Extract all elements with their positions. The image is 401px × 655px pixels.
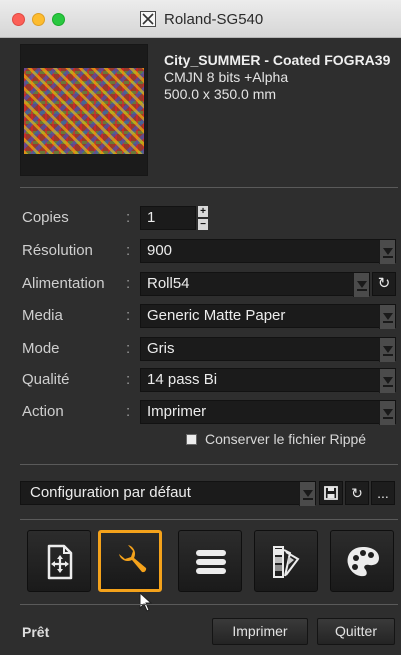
- media-label: Media: [22, 307, 63, 324]
- swatches-icon: [273, 546, 300, 578]
- copies-colon: :: [126, 209, 131, 226]
- image-name: City_SUMMER - Coated FOGRA39: [164, 52, 391, 68]
- reload-config-button[interactable]: ↻: [345, 481, 369, 505]
- window-title: Roland-SG540: [164, 10, 264, 28]
- mode-label: Mode: [22, 340, 60, 357]
- settings-tool-button[interactable]: [98, 530, 162, 592]
- image-color-mode: CMJN 8 bits +Alpha: [164, 69, 289, 85]
- keep-ripped-label: Conserver le fichier Rippé: [205, 431, 367, 447]
- keep-ripped-checkbox[interactable]: [186, 433, 197, 445]
- mode-value: Gris: [147, 340, 175, 357]
- close-window-button[interactable]: [12, 13, 25, 26]
- quality-label: Qualité: [22, 371, 70, 388]
- feed-label: Alimentation: [22, 275, 105, 292]
- divider: [20, 519, 398, 520]
- chevron-down-icon[interactable]: [379, 369, 395, 393]
- queue-list-button[interactable]: [178, 530, 242, 592]
- quality-value: 14 pass Bi: [147, 371, 218, 388]
- image-preview: [20, 44, 148, 176]
- action-select[interactable]: Imprimer: [140, 400, 396, 425]
- media-value: Generic Matte Paper: [147, 307, 286, 324]
- mode-row: Mode : Gris: [22, 337, 398, 362]
- divider: [20, 464, 398, 465]
- feed-value: Roll54: [147, 275, 190, 292]
- feed-row: Alimentation : Roll54 ↻: [22, 272, 398, 297]
- increment-button[interactable]: +: [198, 206, 208, 217]
- quit-button[interactable]: Quitter: [317, 618, 395, 645]
- chevron-down-icon[interactable]: [299, 482, 315, 506]
- feed-refresh-button[interactable]: ↻: [372, 272, 396, 296]
- app-window: Roland-SG540 City_SUMMER - Coated FOGRA3…: [0, 0, 401, 655]
- image-info: City_SUMMER - Coated FOGRA39 CMJN 8 bits…: [164, 52, 396, 103]
- config-select[interactable]: Configuration par défaut: [20, 481, 316, 506]
- resolution-row: Résolution : 900: [22, 239, 398, 264]
- action-label: Action: [22, 403, 64, 420]
- config-value: Configuration par défaut: [30, 484, 191, 501]
- zoom-window-button[interactable]: [52, 13, 65, 26]
- mouse-cursor-icon: [139, 592, 153, 612]
- minimize-window-button[interactable]: [32, 13, 45, 26]
- copies-label: Copies: [22, 209, 69, 226]
- decrement-button[interactable]: −: [198, 219, 208, 230]
- thumbnail-image: [24, 68, 144, 154]
- save-config-button[interactable]: [319, 481, 343, 505]
- refresh-icon: ↻: [351, 485, 363, 501]
- resolution-value: 900: [147, 242, 173, 259]
- copies-input[interactable]: 1: [140, 206, 196, 230]
- more-options-label: ...: [377, 485, 389, 501]
- resolution-label: Résolution: [22, 242, 93, 259]
- feed-colon: :: [126, 275, 131, 292]
- media-row: Media : Generic Matte Paper: [22, 304, 398, 329]
- divider: [20, 187, 398, 188]
- action-row: Action : Imprimer: [22, 400, 398, 425]
- place-icon: [47, 544, 73, 580]
- list-icon: [196, 550, 226, 574]
- quality-row: Qualité : 14 pass Bi: [22, 368, 398, 393]
- status-text: Prêt: [22, 624, 50, 640]
- quality-colon: :: [126, 371, 131, 388]
- more-options-button[interactable]: ...: [371, 481, 395, 505]
- chevron-down-icon[interactable]: [379, 338, 395, 362]
- title-group: Roland-SG540: [140, 9, 263, 29]
- quality-select[interactable]: 14 pass Bi: [140, 368, 396, 393]
- refresh-icon: ↻: [377, 275, 391, 292]
- action-colon: :: [126, 403, 131, 420]
- copies-stepper[interactable]: + −: [198, 206, 208, 230]
- place-image-button[interactable]: [27, 530, 91, 592]
- title-bar: Roland-SG540: [0, 0, 401, 38]
- mode-select[interactable]: Gris: [140, 337, 396, 362]
- copies-row: Copies : 1 + −: [22, 206, 398, 230]
- wrench-icon: [119, 545, 147, 573]
- chevron-down-icon[interactable]: [379, 240, 395, 264]
- image-size: 500.0 x 350.0 mm: [164, 86, 277, 102]
- resolution-colon: :: [126, 242, 131, 259]
- palette-icon: [347, 547, 379, 577]
- swatches-button[interactable]: [254, 530, 318, 592]
- color-palette-button[interactable]: [330, 530, 394, 592]
- keep-ripped-option[interactable]: Conserver le fichier Rippé: [186, 431, 366, 447]
- print-button[interactable]: Imprimer: [212, 618, 308, 645]
- media-colon: :: [126, 307, 131, 324]
- chevron-down-icon[interactable]: [379, 305, 395, 329]
- media-select[interactable]: Generic Matte Paper: [140, 304, 396, 329]
- save-icon: [324, 486, 338, 500]
- x11-icon: [140, 11, 156, 27]
- action-value: Imprimer: [147, 403, 207, 420]
- divider: [20, 604, 398, 605]
- chevron-down-icon[interactable]: [353, 273, 369, 297]
- chevron-down-icon[interactable]: [379, 401, 395, 425]
- resolution-select[interactable]: 900: [140, 239, 396, 264]
- feed-select[interactable]: Roll54: [140, 272, 370, 297]
- mode-colon: :: [126, 340, 131, 357]
